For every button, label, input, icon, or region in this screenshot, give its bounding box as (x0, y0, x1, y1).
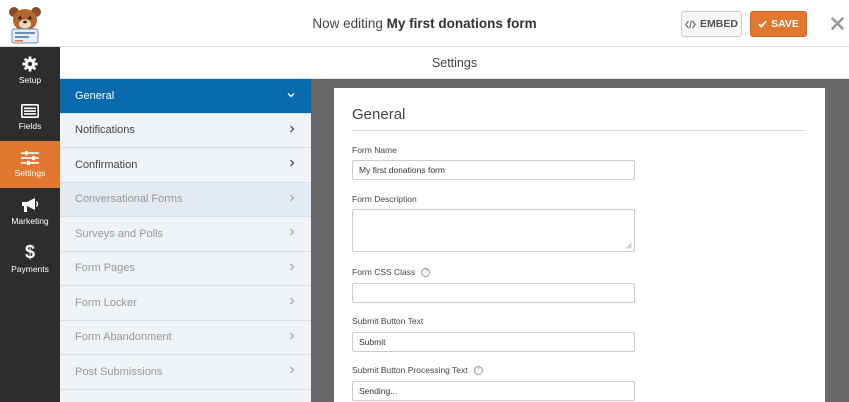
settings-subheader: Settings (60, 47, 849, 79)
gear-icon (22, 56, 38, 72)
title-prefix: Now editing (312, 16, 383, 31)
sliders-icon (21, 151, 39, 165)
panel-item-general[interactable]: General (60, 79, 311, 114)
resize-handle-icon[interactable] (626, 243, 632, 249)
panel-item-post-submissions[interactable]: Post Submissions (60, 355, 311, 390)
chevron-right-icon (289, 332, 295, 343)
panel-label: Post Submissions (75, 365, 163, 378)
panel-item-form-abandonment[interactable]: Form Abandonment (60, 320, 311, 355)
panel-item-surveys-and-polls[interactable]: Surveys and Polls (60, 217, 311, 252)
sidebar-item-settings[interactable]: Settings (0, 141, 60, 188)
sidebar-item-fields[interactable]: Fields (0, 94, 60, 141)
general-section-title: General (352, 106, 406, 123)
code-icon (685, 19, 696, 29)
submit-button-text-input[interactable] (352, 332, 635, 352)
sidebar-item-payments[interactable]: $ Payments (0, 235, 60, 282)
chevron-right-icon (289, 263, 295, 274)
help-icon[interactable]: ? (473, 365, 483, 375)
embed-label: EMBED (700, 18, 738, 30)
submit-processing-text-input[interactable] (352, 381, 635, 401)
form-css-class-input[interactable] (352, 283, 635, 303)
sidebar-label-setup: Setup (18, 75, 42, 85)
form-name-label: Form Name (352, 145, 397, 155)
builder-sidebar: Setup Fields Settings Marketing $ Paymen… (0, 47, 60, 402)
panel-label: Notifications (75, 124, 135, 137)
chevron-right-icon (289, 125, 295, 136)
sidebar-label-fields: Fields (18, 121, 42, 131)
sidebar-label-payments: Payments (11, 264, 49, 274)
sidebar-item-setup[interactable]: Setup (0, 47, 60, 94)
panel-item-conversational-forms[interactable]: Conversational Forms (60, 182, 311, 217)
form-name-input[interactable] (352, 160, 635, 180)
save-button[interactable]: SAVE (750, 11, 807, 37)
top-header: Now editing My first donations form EMBE… (0, 0, 849, 47)
panel-item-form-pages[interactable]: Form Pages (60, 251, 311, 286)
form-css-class-label: Form CSS Class ? (352, 267, 431, 277)
panel-label: Confirmation (75, 158, 138, 171)
chevron-right-icon (289, 228, 295, 239)
svg-text:$: $ (25, 243, 35, 261)
panel-item-confirmation[interactable]: Confirmation (60, 148, 311, 183)
embed-button[interactable]: EMBED (681, 11, 742, 37)
panel-label: Form Locker (75, 296, 137, 309)
chevron-right-icon (289, 194, 295, 205)
form-description-textarea[interactable] (352, 209, 635, 252)
fields-list-icon (21, 104, 39, 118)
save-label: SAVE (771, 18, 799, 30)
close-button[interactable] (826, 12, 848, 34)
chevron-down-icon (287, 90, 295, 101)
sidebar-label-marketing: Marketing (11, 216, 49, 226)
form-description-label: Form Description (352, 194, 417, 204)
panel-label: Form Abandonment (75, 331, 172, 344)
dollar-icon: $ (25, 243, 35, 261)
panel-label: Form Pages (75, 262, 135, 275)
panel-item-notifications[interactable]: Notifications (60, 113, 311, 148)
submit-button-text-label: Submit Button Text (352, 316, 424, 326)
settings-panel-list: General Notifications Confirmation Conve… (60, 79, 311, 402)
help-icon[interactable]: ? (421, 267, 431, 277)
sidebar-label-settings: Settings (14, 168, 46, 178)
panel-item-form-locker[interactable]: Form Locker (60, 286, 311, 321)
submit-processing-text-label: Submit Button Processing Text ? (352, 365, 483, 375)
wpforms-bear-logo-icon[interactable] (4, 3, 46, 45)
sidebar-item-marketing[interactable]: Marketing (0, 188, 60, 235)
chevron-right-icon (289, 297, 295, 308)
panel-label: Conversational Forms (75, 193, 183, 206)
checkmark-icon (758, 20, 767, 28)
chevron-right-icon (289, 159, 295, 170)
close-icon (830, 16, 844, 30)
panel-label: General (75, 89, 115, 102)
panel-label: Surveys and Polls (75, 227, 164, 240)
section-divider (352, 130, 806, 131)
chevron-right-icon (289, 366, 295, 377)
form-name-title: My first donations form (386, 16, 537, 31)
megaphone-icon (22, 198, 39, 212)
